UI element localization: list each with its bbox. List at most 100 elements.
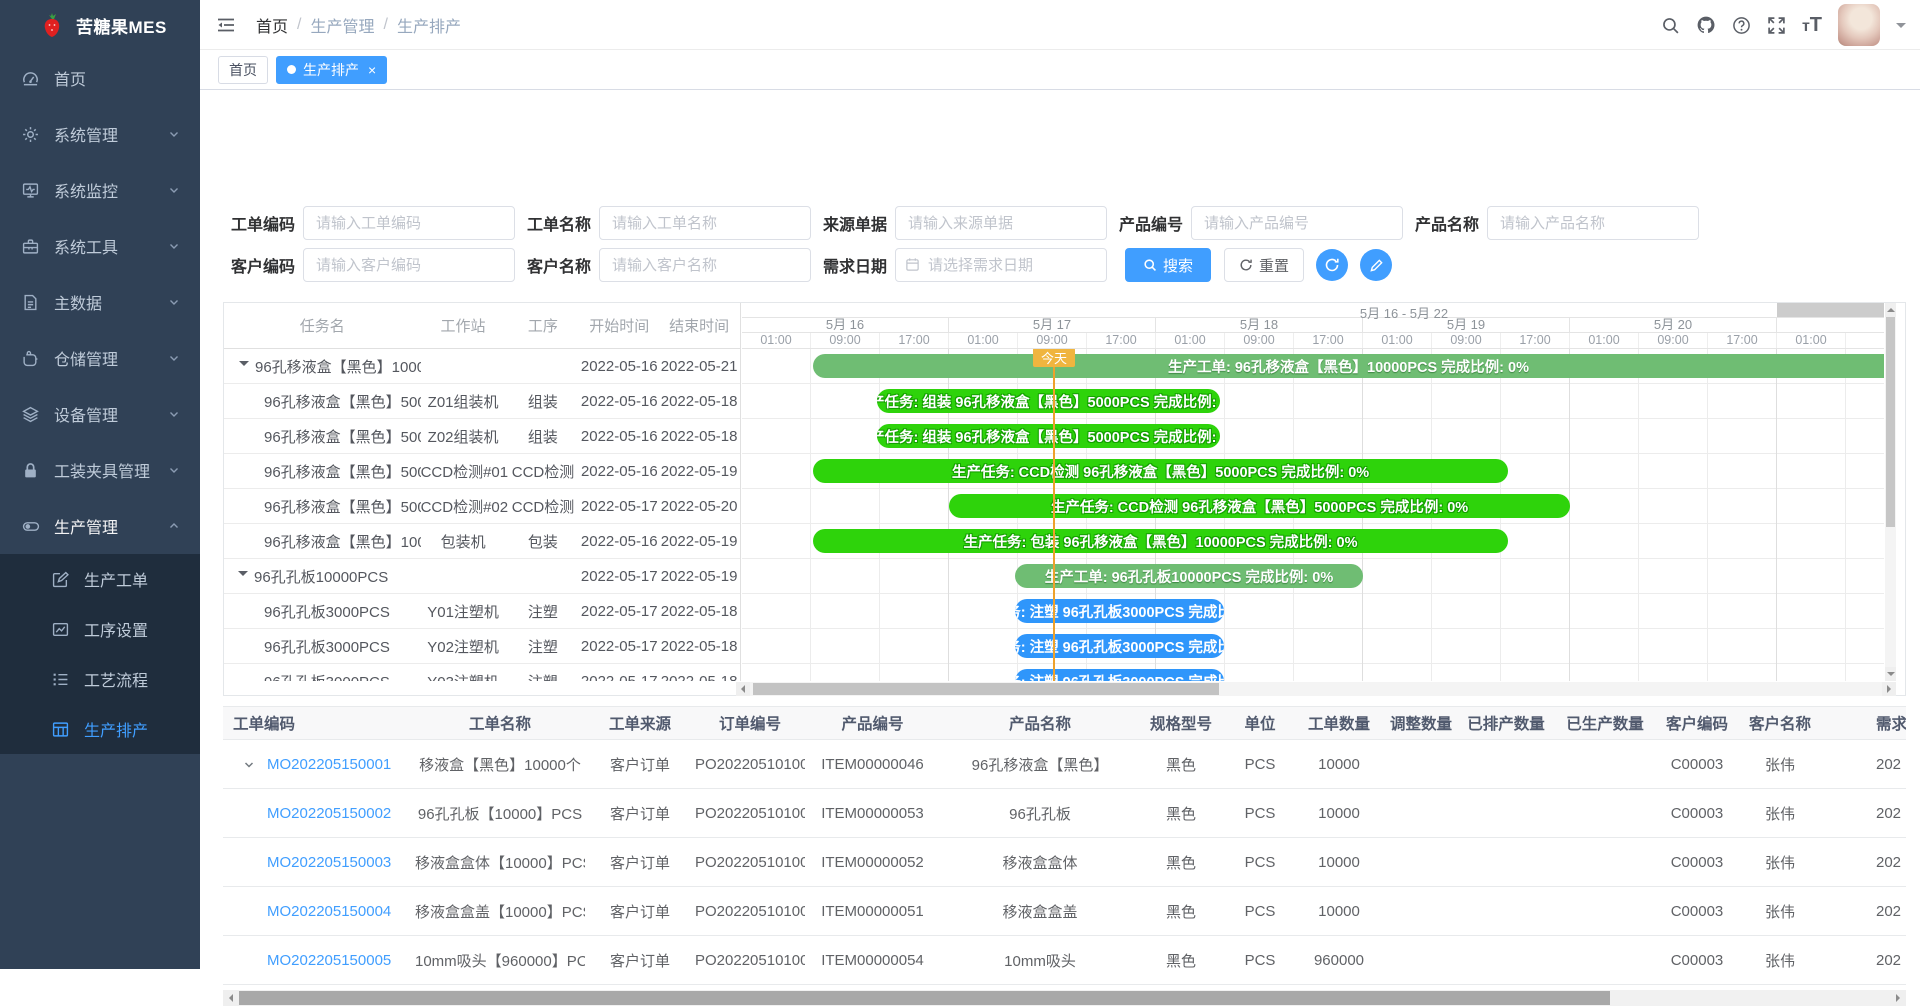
tab-production-scheduling[interactable]: 生产排产 × xyxy=(276,56,387,84)
scrollbar-thumb[interactable] xyxy=(1886,317,1895,527)
breadcrumb-production[interactable]: 生产管理 xyxy=(310,13,374,37)
tab-home[interactable]: 首页 xyxy=(218,56,268,84)
work-order-link[interactable]: MO202205150003 xyxy=(267,854,391,871)
filter-row-1: 工单编码 工单名称 来源单据 产品编号 产品名称 xyxy=(223,206,1703,240)
expand-chevron-icon[interactable] xyxy=(243,759,255,771)
customer-name-input[interactable] xyxy=(599,248,811,282)
customer-code-input[interactable] xyxy=(303,248,515,282)
sidebar-item-label: 工艺流程 xyxy=(84,667,148,691)
scroll-down-icon[interactable] xyxy=(1885,667,1896,681)
table-row: MO202205150001 移液盒【黑色】10000个客户订单 PO20220… xyxy=(223,740,1906,789)
sidebar-item-work-order[interactable]: 生产工单 xyxy=(0,554,200,604)
work-order-link[interactable]: MO202205150004 xyxy=(267,903,391,920)
scrollbar-thumb[interactable] xyxy=(753,683,1219,695)
gantt-bar-task-selected[interactable]: 生产任务: 注塑 96孔孔板3000PCS 完成比例: 0% xyxy=(1015,634,1224,658)
collapse-triangle-icon[interactable] xyxy=(239,361,249,371)
hamburger-icon[interactable] xyxy=(216,15,236,35)
work-order-link[interactable]: MO202205150005 xyxy=(267,952,391,969)
chart-icon xyxy=(52,621,70,638)
sidebar-item-master-data[interactable]: 主数据 xyxy=(0,274,200,330)
collapse-triangle-icon[interactable] xyxy=(238,571,248,581)
work-order-code-input[interactable] xyxy=(303,206,515,240)
sidebar-item-system-monitor[interactable]: 系统监控 xyxy=(0,162,200,218)
chevron-down-icon[interactable] xyxy=(1896,23,1906,33)
filter-label: 客户名称 xyxy=(519,253,591,277)
scroll-right-icon[interactable] xyxy=(1882,682,1896,696)
logo[interactable]: 苦糖果MES xyxy=(0,0,200,50)
sidebar-item-system-admin[interactable]: 系统管理 xyxy=(0,106,200,162)
gantt-task-row[interactable]: 96孔移液盒【黑色】10000PCS 包装机包装 2022-05-162022-… xyxy=(224,524,740,559)
sidebar-submenu-production: 生产工单 工序设置 工艺流程 生产排产 xyxy=(0,554,200,754)
weekend-shade xyxy=(1777,303,1884,317)
gantt-task-row[interactable]: 96孔孔板3000PCS Y01注塑机注塑 2022-05-172022-05-… xyxy=(224,594,740,629)
work-order-name-input[interactable] xyxy=(599,206,811,240)
gantt-bar-order[interactable]: 生产工单: 96孔孔板10000PCS 完成比例: 0% xyxy=(1015,564,1363,588)
font-size-icon[interactable]: тT xyxy=(1802,14,1822,37)
chevron-down-icon xyxy=(168,352,180,364)
scroll-up-icon[interactable] xyxy=(1885,303,1896,317)
demand-date-input[interactable] xyxy=(895,248,1107,282)
table-row: MO202205150003 移液盒盒体【10000】PCS客户订单 PO202… xyxy=(223,838,1906,887)
gantt-task-row[interactable]: 96孔孔板10000PCS 2022-05-172022-05-19 xyxy=(224,559,740,594)
scroll-left-icon[interactable] xyxy=(736,682,750,696)
gantt-task-row[interactable]: 96孔孔板3000PCS Y03注塑机注塑 2022-05-172022-05-… xyxy=(224,664,740,681)
table-horizontal-scrollbar[interactable] xyxy=(223,990,1906,1006)
gantt-bar-task[interactable]: 生产任务: CCD检测 96孔移液盒【黑色】5000PCS 完成比例: 0% xyxy=(949,494,1570,518)
sidebar-item-system-tools[interactable]: 系统工具 xyxy=(0,218,200,274)
close-icon[interactable]: × xyxy=(368,63,376,77)
chevron-up-icon xyxy=(168,520,180,532)
gantt-bar-task[interactable]: 生产任务: 包装 96孔移液盒【黑色】10000PCS 完成比例: 0% xyxy=(813,529,1508,553)
toolbox-icon xyxy=(22,238,40,255)
search-icon[interactable] xyxy=(1661,16,1680,35)
github-icon[interactable] xyxy=(1696,15,1716,35)
sidebar-item-equipment[interactable]: 设备管理 xyxy=(0,386,200,442)
gantt-bar-task-selected[interactable]: 生产任务: 注塑 96孔孔板3000PCS 完成比例: 0% xyxy=(1015,669,1224,681)
scroll-right-icon[interactable] xyxy=(1890,990,1906,1006)
help-icon[interactable] xyxy=(1732,16,1751,35)
edit-button[interactable] xyxy=(1360,249,1392,281)
toggle-icon xyxy=(22,518,40,535)
product-name-input[interactable] xyxy=(1487,206,1699,240)
sidebar-item-label: 系统工具 xyxy=(54,234,118,258)
gantt-bar-task[interactable]: 生产任务: 组装 96孔移液盒【黑色】5000PCS 完成比例: 0% xyxy=(877,389,1220,413)
sidebar-item-fixtures[interactable]: 工装夹具管理 xyxy=(0,442,200,498)
work-order-link[interactable]: MO202205150002 xyxy=(267,805,391,822)
gantt-horizontal-scrollbar[interactable] xyxy=(736,682,1896,696)
sidebar-item-warehouse[interactable]: 仓储管理 xyxy=(0,330,200,386)
today-line xyxy=(1053,349,1055,681)
filter-label: 产品名称 xyxy=(1407,211,1479,235)
sidebar-item-label: 主数据 xyxy=(54,290,102,314)
refresh-button[interactable] xyxy=(1316,249,1348,281)
gantt-task-row[interactable]: 96孔移液盒【黑色】5000PCS Z01组装机组装 2022-05-16202… xyxy=(224,384,740,419)
reset-button[interactable]: 重置 xyxy=(1224,248,1304,282)
gantt-vertical-scrollbar[interactable] xyxy=(1885,303,1896,681)
source-doc-input[interactable] xyxy=(895,206,1107,240)
work-order-link[interactable]: MO202205150001 xyxy=(267,756,391,773)
monitor-icon xyxy=(22,182,40,199)
sidebar-item-label: 首页 xyxy=(54,66,86,90)
gantt-task-row[interactable]: 96孔移液盒【黑色】5000PCS Z02组装机组装 2022-05-16202… xyxy=(224,419,740,454)
sidebar-item-home[interactable]: 首页 xyxy=(0,50,200,106)
gantt-bar-task[interactable]: 生产任务: 组装 96孔移液盒【黑色】5000PCS 完成比例: 0% xyxy=(877,424,1220,448)
gantt-bar-order[interactable]: 生产工单: 96孔移液盒【黑色】10000PCS 完成比例: 0% xyxy=(813,354,1884,378)
gantt-bar-task[interactable]: 生产任务: CCD检测 96孔移液盒【黑色】5000PCS 完成比例: 0% xyxy=(813,459,1508,483)
avatar[interactable] xyxy=(1838,4,1880,46)
sidebar-item-process-setup[interactable]: 工序设置 xyxy=(0,604,200,654)
sidebar-item-process-flow[interactable]: 工艺流程 xyxy=(0,654,200,704)
breadcrumb-home[interactable]: 首页 xyxy=(256,13,288,37)
gantt-task-row[interactable]: 96孔移液盒【黑色】5000PCS CCD检测#01CCD检测 2022-05-… xyxy=(224,454,740,489)
gantt-task-row[interactable]: 96孔孔板3000PCS Y02注塑机注塑 2022-05-172022-05-… xyxy=(224,629,740,664)
gantt-task-row[interactable]: 96孔移液盒【黑色】10000PCS 2022-05-162022-05-21 xyxy=(224,349,740,384)
search-button[interactable]: 搜索 xyxy=(1125,248,1211,282)
sidebar-item-label: 系统管理 xyxy=(54,122,118,146)
gantt-task-row[interactable]: 96孔移液盒【黑色】5000PCS CCD检测#02CCD检测 2022-05-… xyxy=(224,489,740,524)
fullscreen-icon[interactable] xyxy=(1767,16,1786,35)
gantt-bar-task-selected[interactable]: 生产任务: 注塑 96孔孔板3000PCS 完成比例: 0% xyxy=(1015,599,1224,623)
scrollbar-thumb[interactable] xyxy=(239,991,1610,1005)
sidebar-item-production-scheduling[interactable]: 生产排产 xyxy=(0,704,200,754)
sidebar-item-production[interactable]: 生产管理 xyxy=(0,498,200,554)
breadcrumb-separator: / xyxy=(297,16,301,34)
product-code-input[interactable] xyxy=(1191,206,1403,240)
scroll-left-icon[interactable] xyxy=(223,990,239,1006)
document-icon xyxy=(22,294,40,311)
